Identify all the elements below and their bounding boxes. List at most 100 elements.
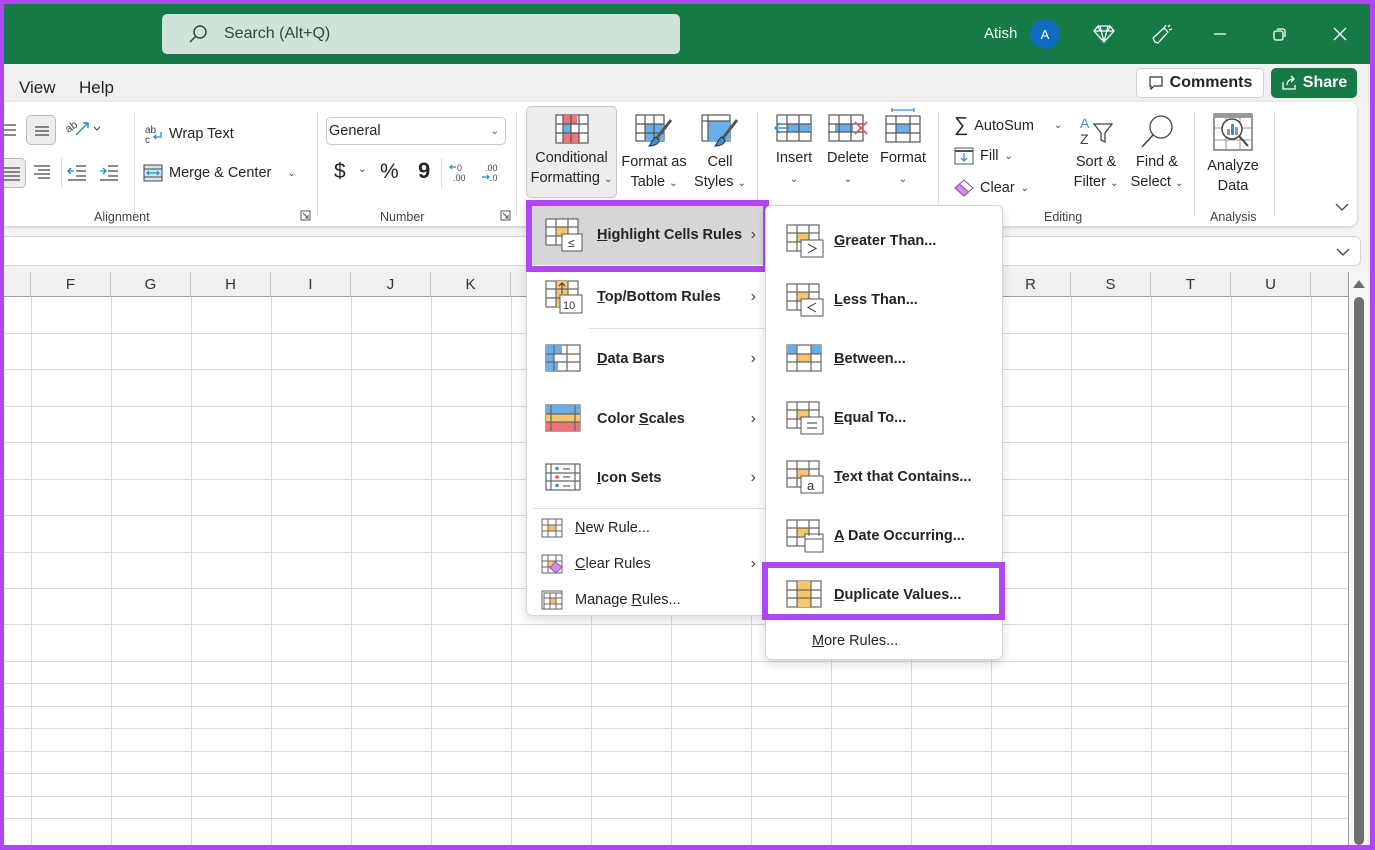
avatar[interactable]: A [1030, 19, 1060, 49]
decrease-decimal-button[interactable]: .00.0 [480, 162, 504, 189]
excel-window: Search (Alt+Q) Atish A View Help Comment… [4, 4, 1370, 845]
column-header-i[interactable]: I [271, 272, 351, 297]
align-middle-button[interactable] [26, 115, 56, 145]
divider [1274, 112, 1275, 216]
format-button[interactable]: Format ⌄ [876, 108, 930, 190]
column-header-k[interactable]: K [431, 272, 511, 297]
icon-sets-icon [545, 463, 581, 491]
tab-view[interactable]: View [19, 78, 56, 98]
column-header-h[interactable]: H [191, 272, 271, 297]
dialog-launcher-icon[interactable] [300, 210, 311, 221]
sort-filter-icon: A Z [1080, 115, 1114, 147]
wrap-text-button[interactable]: ab c Wrap Text [145, 124, 234, 144]
fill-button[interactable]: Fill ⌄ [954, 147, 1013, 165]
share-button[interactable]: Share [1271, 68, 1357, 98]
insert-button[interactable]: Insert ⌄ [768, 114, 820, 190]
align-left-button[interactable] [4, 158, 26, 188]
comma-style-button[interactable]: 9 [418, 158, 430, 184]
close-icon[interactable] [1328, 22, 1352, 46]
divider [61, 158, 62, 188]
delete-button[interactable]: Delete ⌄ [822, 114, 874, 190]
tab-help[interactable]: Help [79, 78, 114, 98]
collapse-ribbon-icon[interactable] [1334, 202, 1350, 212]
comments-button[interactable]: Comments [1136, 68, 1264, 98]
orientation-button[interactable]: ab [63, 118, 102, 143]
analyze-data-button[interactable]: Analyze Data [1202, 112, 1264, 196]
currency-button[interactable]: $ [334, 160, 346, 184]
grid-column-line [1311, 297, 1312, 845]
column-header-f[interactable]: F [31, 272, 111, 297]
label-line-2: Select [1130, 174, 1171, 190]
autosum-button[interactable]: ∑ AutoSum ⌄ [954, 114, 1062, 137]
column-header[interactable] [4, 272, 31, 297]
menu-item-manage-rules[interactable]: Manage Rules... [527, 583, 768, 617]
svg-text:.00: .00 [453, 173, 466, 183]
comment-icon [1149, 76, 1163, 91]
search-box[interactable]: Search (Alt+Q) [162, 14, 680, 54]
menu-item-text-that-contains[interactable]: a Text that Contains... [766, 448, 1002, 506]
column-header-v[interactable] [1311, 272, 1348, 297]
sort-filter-button[interactable]: A Z Sort & Filter ⌄ [1068, 114, 1124, 194]
column-header-g[interactable]: G [111, 272, 191, 297]
restore-icon[interactable] [1268, 22, 1292, 46]
find-select-button[interactable]: Find & Select ⌄ [1128, 114, 1186, 194]
diamond-icon[interactable] [1092, 22, 1116, 46]
user-name[interactable]: Atish [984, 25, 1017, 42]
menu-item-label: Between... [834, 351, 906, 367]
increase-decimal-button[interactable]: 0.00 [448, 162, 472, 189]
eraser-icon [954, 179, 974, 197]
expand-formula-bar-icon[interactable] [1336, 247, 1350, 257]
feedback-pen-icon[interactable] [1150, 22, 1174, 46]
number-format-select[interactable]: General ⌄ [326, 117, 506, 145]
format-as-table-button[interactable]: Format as Table ⌄ [618, 114, 690, 194]
cell-styles-icon [701, 114, 739, 147]
menu-item-a-date-occurring[interactable]: A Date Occurring... [766, 507, 1002, 565]
column-header-r[interactable]: R [991, 272, 1071, 297]
align-top-button[interactable] [4, 122, 18, 143]
menu-item-more-rules[interactable]: More Rules... [766, 626, 1002, 656]
merge-center-button[interactable]: Merge & Center ⌄ [143, 164, 296, 182]
menu-item-equal-to[interactable]: Equal To... [766, 389, 1002, 447]
grid-row-line [4, 661, 1348, 662]
clear-button[interactable]: Clear ⌄ [954, 179, 1029, 197]
menu-item-between[interactable]: Between... [766, 330, 1002, 388]
decrease-indent-button[interactable] [66, 164, 88, 187]
chevron-right-icon: › [750, 288, 756, 305]
grid-column-line [111, 297, 112, 845]
minimize-icon[interactable] [1208, 22, 1232, 46]
align-right-button[interactable] [32, 164, 52, 187]
wrap-text-label: Wrap Text [169, 126, 234, 142]
grid-column-line [1071, 297, 1072, 845]
chevron-down-icon[interactable]: ⌄ [287, 168, 295, 179]
cell-styles-button[interactable]: Cell Styles ⌄ [694, 114, 746, 194]
insert-cells-icon [773, 114, 812, 142]
label-line-1: Conditional [535, 150, 608, 166]
grid-column-line [31, 297, 32, 845]
chevron-right-icon: › [750, 350, 756, 367]
increase-indent-button[interactable] [98, 164, 120, 187]
column-header-s[interactable]: S [1071, 272, 1151, 297]
menu-item-top-bottom-rules[interactable]: 10 Top/Bottom Rules › [527, 267, 768, 327]
menu-item-less-than[interactable]: Less Than... [766, 271, 1002, 329]
search-placeholder: Search (Alt+Q) [224, 25, 331, 42]
percent-button[interactable]: % [380, 160, 399, 184]
chevron-down-icon[interactable]: ⌄ [1054, 120, 1062, 131]
menu-item-data-bars[interactable]: Data Bars › [527, 329, 768, 389]
insert-label: Insert [775, 150, 813, 166]
menu-item-greater-than[interactable]: Greater Than... [766, 212, 1002, 270]
scroll-up-arrow-icon[interactable] [1353, 280, 1365, 288]
menu-item-color-scales[interactable]: Color Scales › [527, 389, 768, 449]
conditional-formatting-label[interactable]: Conditional Formatting ⌄ [526, 114, 617, 190]
column-header-j[interactable]: J [351, 272, 431, 297]
chevron-down-icon[interactable]: ⌄ [358, 164, 366, 175]
scrollbar-thumb[interactable] [1354, 297, 1364, 845]
dialog-launcher-icon[interactable] [500, 210, 511, 221]
column-header-t[interactable]: T [1151, 272, 1231, 297]
menu-item-new-rule[interactable]: New Rule... [527, 511, 768, 545]
grid-column-line [1231, 297, 1232, 845]
menu-item-icon-sets[interactable]: Icon Sets › [527, 448, 768, 508]
ribbon-tabs: View Help Comments Share [4, 64, 1370, 104]
menu-item-clear-rules[interactable]: Clear Rules › [527, 547, 768, 581]
label-line-2: Table [630, 174, 666, 190]
column-header-u[interactable]: U [1231, 272, 1311, 297]
